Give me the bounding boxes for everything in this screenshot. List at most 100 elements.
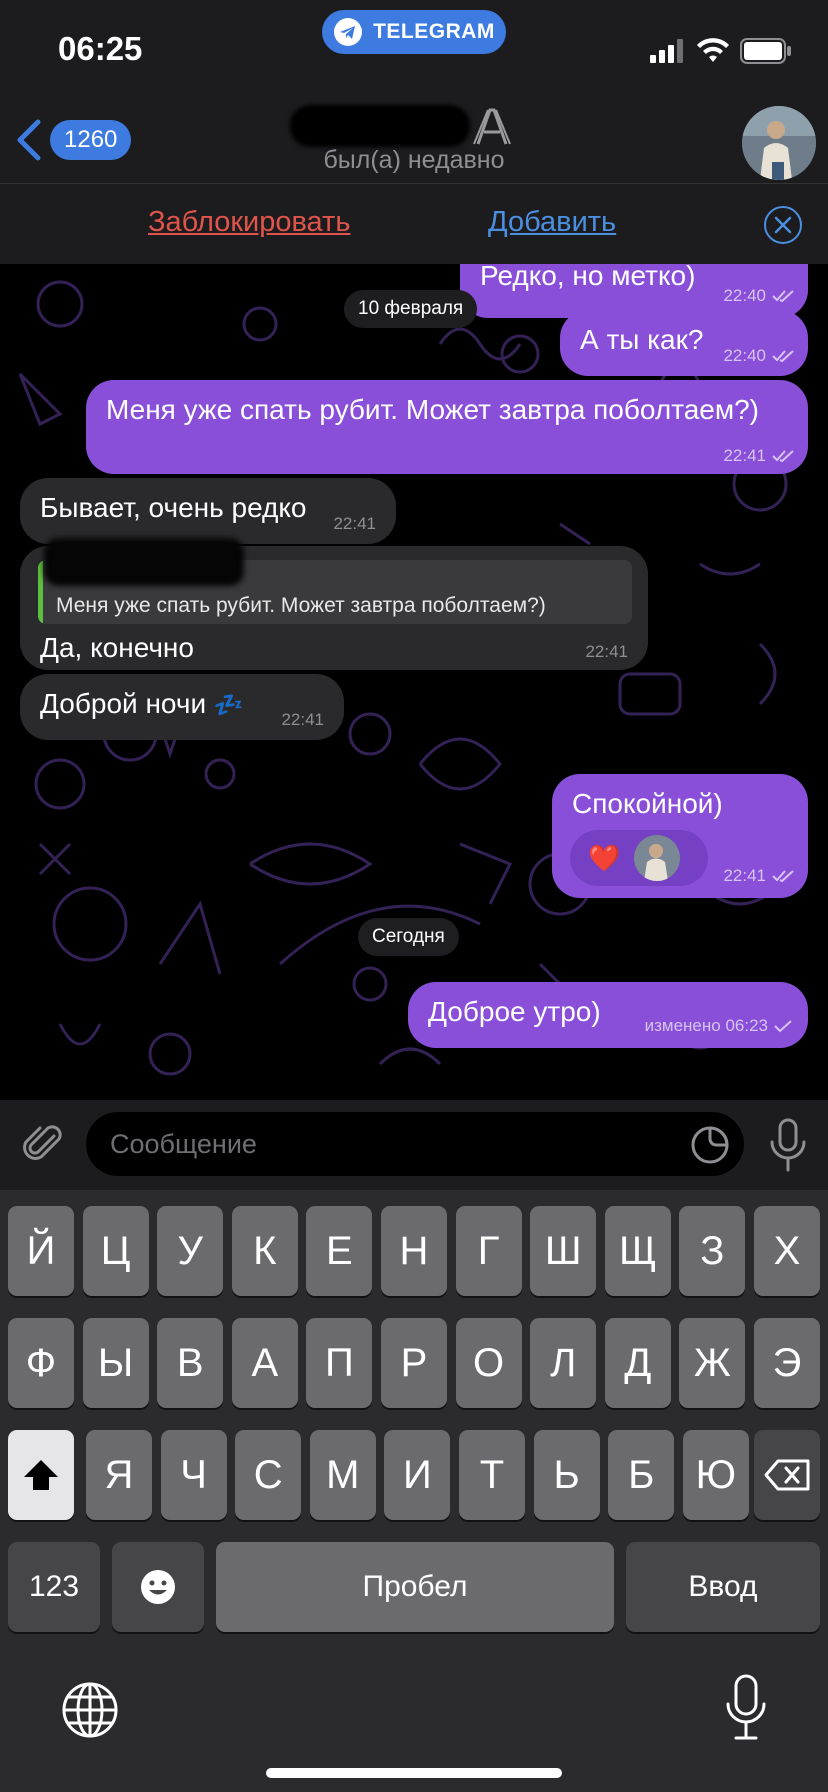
status-icons (650, 38, 792, 64)
letter-key[interactable]: Ь (533, 1430, 600, 1520)
letter-key[interactable]: А (231, 1318, 298, 1408)
backspace-key[interactable] (754, 1430, 820, 1520)
letter-key[interactable]: Л (530, 1318, 597, 1408)
message-input-placeholder: Сообщение (110, 1129, 257, 1159)
add-contact-link[interactable]: Добавить (488, 206, 616, 239)
reactor-avatar (634, 835, 681, 881)
message-time: 22:41 (281, 710, 324, 729)
letter-key[interactable]: Ч (160, 1430, 227, 1520)
telegram-plane-icon (334, 18, 363, 46)
message-meta: 22:41 (585, 642, 628, 662)
globe-icon[interactable] (60, 1680, 120, 1740)
letter-key[interactable]: Х (754, 1206, 820, 1296)
message-text: Спокойной) (572, 788, 723, 819)
home-indicator[interactable] (266, 1768, 562, 1778)
letter-key[interactable]: Б (608, 1430, 675, 1520)
message-text: Да, конечно (40, 632, 194, 663)
attach-icon[interactable] (20, 1120, 68, 1168)
letter-key[interactable]: Щ (604, 1206, 671, 1296)
message-time: 22:41 (333, 514, 376, 533)
block-user-link[interactable]: Заблокировать (148, 206, 350, 239)
letter-key[interactable]: Я (86, 1430, 152, 1520)
letter-key[interactable]: Т (459, 1430, 525, 1520)
reply-author-redacted (44, 538, 244, 586)
message-bubble-incoming[interactable]: Бывает, очень редко 22:41 (20, 478, 396, 544)
date-separator: Сегодня (358, 918, 459, 956)
message-meta: 22:41 (723, 446, 794, 466)
double-check-icon (772, 450, 794, 463)
zzz-icon: 💤 (213, 692, 244, 719)
letter-key[interactable]: П (306, 1318, 373, 1408)
message-text: Бывает, очень редко (40, 492, 307, 523)
date-separator: 10 февраля (344, 290, 478, 328)
letter-key[interactable]: Э (754, 1318, 820, 1408)
contact-last-seen[interactable]: был(а) недавно (0, 146, 828, 175)
reply-quote-text: Меня уже спать рубит. Может завтра побол… (56, 594, 546, 617)
message-bubble-outgoing[interactable]: А ты как? 22:40 (560, 310, 808, 376)
letter-key[interactable]: К (231, 1206, 298, 1296)
letter-key[interactable]: Н (381, 1206, 447, 1296)
letter-key[interactable]: Ж (679, 1318, 746, 1408)
message-list[interactable]: Редко, но метко) 22:40 10 февраля А ты к… (0, 264, 828, 1100)
letter-key[interactable]: И (384, 1430, 451, 1520)
letter-key[interactable]: Ф (8, 1318, 74, 1408)
enter-key[interactable]: Ввод (626, 1542, 820, 1632)
message-meta: 22:41 (333, 514, 376, 534)
message-time: изменено 06:23 (644, 1016, 768, 1035)
heart-icon: ❤️ (588, 842, 621, 873)
status-time: 06:25 (58, 30, 143, 67)
message-bubble-incoming-reply[interactable]: Меня уже спать рубит. Может завтра побол… (20, 538, 648, 670)
close-action-bar-button[interactable] (764, 206, 802, 244)
letter-key[interactable]: Й (8, 1206, 74, 1296)
letter-key[interactable]: У (157, 1206, 224, 1296)
double-check-icon (772, 870, 794, 883)
letter-key[interactable]: В (157, 1318, 224, 1408)
emoji-key[interactable] (112, 1542, 204, 1632)
app-pill-label: TELEGRAM (373, 20, 495, 43)
message-bubble-outgoing[interactable]: Меня уже спать рубит. Может завтра побол… (86, 380, 808, 474)
message-meta: изменено 06:23 (645, 1016, 792, 1036)
message-text: Доброй ночи 💤 (40, 688, 244, 720)
emoji-icon (141, 1570, 175, 1604)
letter-key[interactable]: Ю (682, 1430, 749, 1520)
letter-key[interactable]: Д (604, 1318, 671, 1408)
shift-icon (24, 1460, 58, 1490)
dictation-mic-icon[interactable] (724, 1674, 768, 1742)
message-text: А ты как? (580, 324, 704, 355)
contact-name-redacted[interactable] (290, 105, 470, 147)
message-meta: 22:40 (723, 346, 794, 366)
shift-key[interactable] (8, 1430, 74, 1520)
space-key[interactable]: Пробел (216, 1542, 614, 1632)
letter-key[interactable]: З (679, 1206, 746, 1296)
letter-key[interactable]: О (455, 1318, 522, 1408)
close-icon (774, 216, 792, 234)
message-time: 22:40 (723, 286, 766, 305)
reaction-chip[interactable]: ❤️ (570, 830, 708, 886)
message-time: 22:41 (585, 642, 628, 661)
letter-key[interactable]: С (235, 1430, 302, 1520)
letter-key[interactable]: М (309, 1430, 376, 1520)
message-time: 22:40 (723, 346, 766, 365)
message-bubble-outgoing[interactable]: Спокойной) ❤️ 22:41 (552, 774, 808, 898)
status-bar: 06:25 TELEGRAM (0, 0, 828, 100)
mic-icon[interactable] (768, 1118, 808, 1174)
sticker-icon[interactable] (690, 1125, 730, 1165)
message-input[interactable]: Сообщение (86, 1112, 744, 1176)
contact-avatar[interactable] (742, 106, 816, 180)
letter-key[interactable]: Ш (530, 1206, 597, 1296)
reply-accent-bar (38, 560, 43, 624)
letter-key[interactable]: Г (455, 1206, 522, 1296)
message-composer: Сообщение (0, 1100, 828, 1190)
message-bubble-outgoing[interactable]: Доброе утро) изменено 06:23 (408, 982, 808, 1048)
letter-key[interactable]: Р (381, 1318, 447, 1408)
message-meta: 22:41 (723, 866, 794, 886)
letter-key[interactable]: Ц (82, 1206, 149, 1296)
message-bubble-incoming[interactable]: Доброй ночи 💤 22:41 (20, 674, 344, 740)
letter-key[interactable]: Е (306, 1206, 373, 1296)
numbers-key[interactable]: 123 (8, 1542, 100, 1632)
return-to-telegram-pill[interactable]: TELEGRAM (322, 10, 506, 54)
signal-icon (650, 39, 683, 63)
contact-emoji-status-icon (473, 108, 511, 145)
message-text: Меня уже спать рубит. Может завтра побол… (106, 394, 760, 425)
letter-key[interactable]: Ы (82, 1318, 149, 1408)
